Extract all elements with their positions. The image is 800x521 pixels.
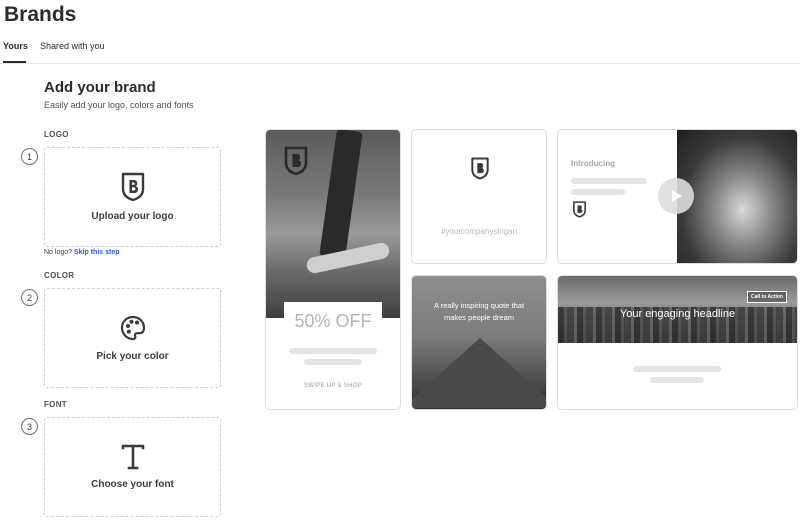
brand-tabs: Yours Shared with you (0, 40, 800, 64)
slogan-text: #yourcompanyslogan (440, 227, 518, 236)
step-number-2: 2 (21, 289, 38, 306)
skater-leg-shape (319, 130, 363, 260)
preview-card-story: 50% OFF SWIPE UP & SHOP (265, 129, 401, 410)
add-brand-subtitle: Easily add your logo, colors and fonts (44, 100, 194, 110)
call-to-action-button[interactable]: Call to Action (747, 291, 788, 303)
page-title: Brands (4, 3, 77, 26)
offer-text: 50% OFF (294, 311, 372, 331)
upload-logo-label: Upload your logo (91, 211, 174, 222)
placeholder-bar (633, 366, 721, 372)
placeholder-bar (571, 178, 647, 184)
brand-shield-icon (284, 146, 308, 176)
brand-shield-icon (471, 157, 489, 180)
placeholder-bar (304, 359, 362, 365)
choose-font-box[interactable]: Choose your font (44, 417, 221, 517)
step-number-3: 3 (21, 418, 38, 435)
choose-font-label: Choose your font (91, 479, 174, 490)
placeholder-bar (650, 377, 704, 383)
add-brand-title: Add your brand (44, 79, 156, 96)
brand-shield-icon (121, 172, 144, 202)
preview-card-video: Introducing (557, 129, 798, 264)
tab-yours[interactable]: Yours (3, 41, 28, 63)
skip-hint: No logo? Skip this step (44, 249, 120, 256)
type-icon (121, 444, 144, 470)
pick-color-label: Pick your color (96, 351, 169, 362)
placeholder-bar (571, 189, 625, 195)
skip-step-link[interactable]: Skip this step (74, 249, 120, 256)
swipe-cta-text: SWIPE UP & SHOP (303, 383, 363, 389)
logo-step-label: LOGO (44, 130, 69, 139)
mountain-photo (412, 276, 546, 409)
preview-card-slogan: #yourcompanyslogan (411, 129, 547, 264)
brand-shield-icon (573, 201, 586, 218)
pick-color-box[interactable]: Pick your color (44, 288, 221, 388)
font-step-label: FONT (44, 400, 67, 409)
skateboard-shape (305, 241, 391, 275)
quote-text: A really inspiring quote that makes peop… (433, 301, 525, 322)
play-button[interactable] (658, 178, 694, 214)
upload-logo-box[interactable]: Upload your logo (44, 147, 221, 247)
mountain-shape (412, 338, 546, 408)
color-step-label: COLOR (44, 271, 75, 280)
introducing-text: Introducing (571, 159, 615, 168)
no-logo-text: No logo? (44, 249, 73, 256)
preview-card-banner: Call to Action Your engaging headline (557, 275, 798, 410)
preview-card-quote: A really inspiring quote that makes peop… (411, 275, 547, 410)
banner-headline: Your engaging headline (619, 308, 736, 320)
step-number-1: 1 (21, 148, 38, 165)
play-icon (672, 190, 682, 202)
food-photo (677, 130, 797, 263)
placeholder-bar (289, 348, 377, 354)
palette-icon (120, 315, 145, 341)
tab-shared-with-you[interactable]: Shared with you (40, 41, 105, 63)
